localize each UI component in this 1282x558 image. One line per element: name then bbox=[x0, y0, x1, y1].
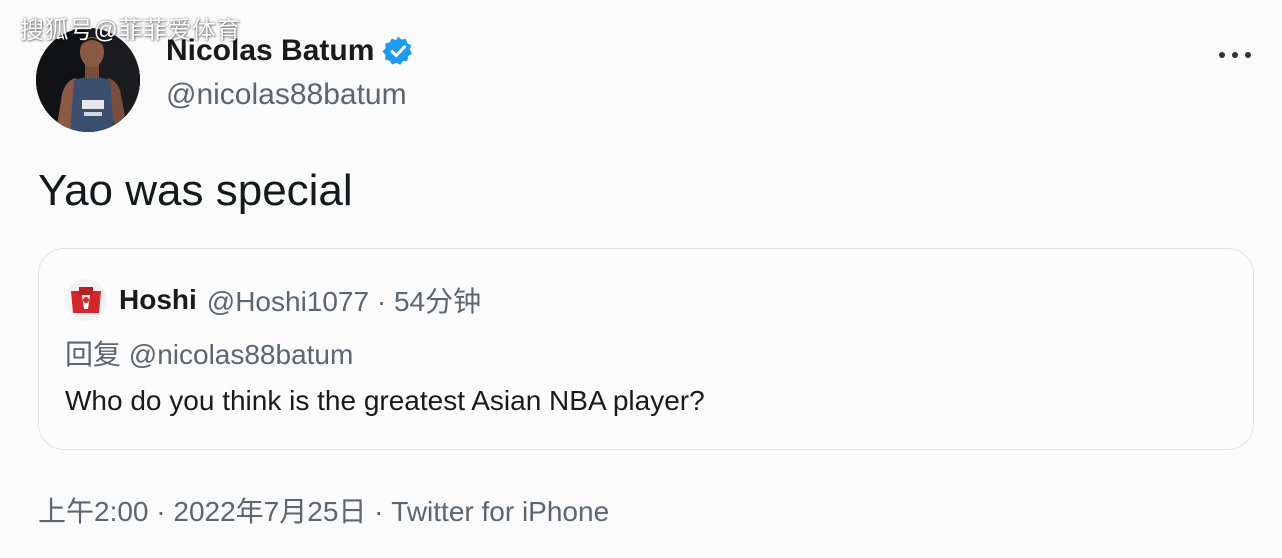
quoted-tweet-header: Hoshi @Hoshi1077 · 54分钟 bbox=[65, 279, 481, 321]
author-handle[interactable]: @nicolas88batum bbox=[166, 78, 407, 112]
watermark-text: 搜狐号@菲菲爱体育 bbox=[20, 17, 241, 44]
more-horizontal-icon[interactable] bbox=[1218, 40, 1252, 60]
quoted-author-meta: @Hoshi1077 · 54分钟 bbox=[206, 286, 482, 317]
quoted-author-avatar[interactable] bbox=[65, 279, 107, 321]
tweet-text: Yao was special bbox=[38, 166, 353, 215]
quoted-author-name[interactable]: Hoshi bbox=[119, 284, 197, 316]
verified-badge-icon bbox=[382, 35, 414, 67]
quoted-tweet-card[interactable]: Hoshi @Hoshi1077 · 54分钟 回复 @nicolas88bat… bbox=[38, 248, 1254, 450]
quoted-reply-context: 回复 @nicolas88batum bbox=[65, 339, 354, 370]
quoted-tweet-text: Who do you think is the greatest Asian N… bbox=[65, 385, 705, 416]
tweet-timestamp-source: 上午2:00 · 2022年7月25日 · Twitter for iPhone bbox=[38, 496, 610, 527]
